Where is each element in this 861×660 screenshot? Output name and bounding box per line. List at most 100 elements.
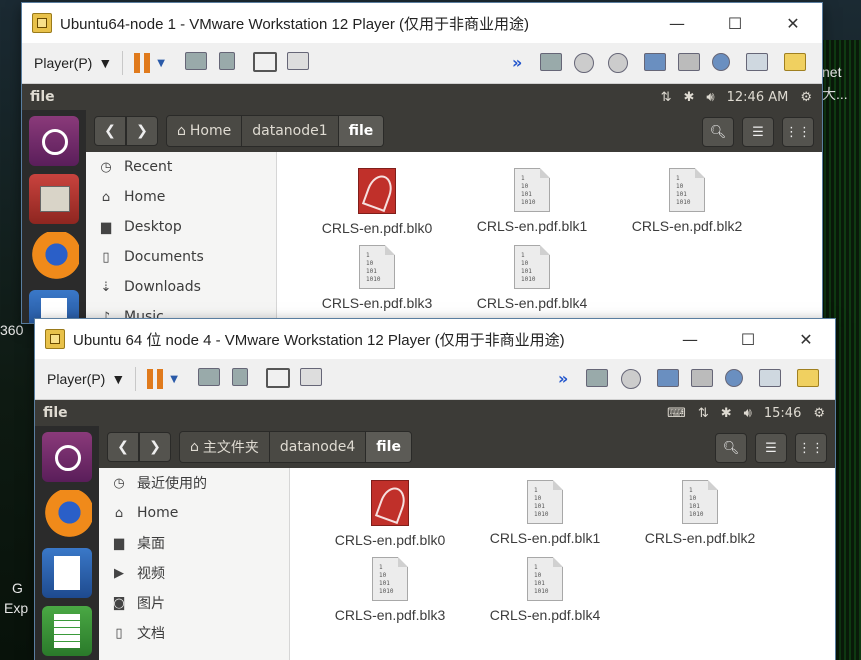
sidebar-item-desktop[interactable]: ▆ Desktop [86, 212, 276, 242]
fit-window-icon[interactable] [252, 52, 277, 74]
network-send-icon[interactable] [184, 52, 207, 74]
grid-view-button[interactable]: ⋮⋮ [795, 433, 827, 463]
file-item[interactable]: 1 10 101 1010 CRLS-en.pdf.blk1 [462, 168, 602, 234]
active-app-name: file [30, 89, 55, 105]
hard-disk-icon[interactable] [540, 53, 562, 75]
file-item[interactable]: 1 10 101 1010 CRLS-en.pdf.blk2 [617, 168, 757, 234]
maximize-button[interactable]: ☐ [719, 319, 777, 359]
clock-indicator[interactable]: 12:46 AM [727, 90, 789, 105]
libreoffice-calc-icon[interactable] [42, 606, 92, 656]
network-transfer-icon[interactable]: ⇅ [661, 90, 672, 105]
pause-dropdown-icon[interactable]: ▼ [157, 58, 165, 69]
vmware-window-node4[interactable]: Ubuntu 64 位 node 4 - VMware Workstation … [35, 319, 835, 660]
volume-icon[interactable]: 🔊︎ [706, 90, 714, 105]
file-item[interactable]: 1 10 101 1010 CRLS-en.pdf.blk4 [475, 557, 615, 623]
ubuntu-dash-icon[interactable] [29, 116, 79, 166]
maximize-button[interactable]: ☐ [706, 3, 764, 43]
breadcrumb-datanode4[interactable]: datanode4 [269, 432, 367, 462]
list-view-button[interactable]: ☰ [755, 433, 787, 463]
printer-icon[interactable] [678, 53, 700, 75]
firefox-icon[interactable] [42, 490, 92, 540]
keyboard-icon[interactable]: ⌨ [667, 406, 686, 421]
display-icon[interactable] [746, 53, 768, 75]
removable-device-icon[interactable] [231, 368, 254, 390]
sidebar-item-desktop[interactable]: ▆ 桌面 [99, 528, 289, 558]
unity-mode-icon[interactable] [286, 52, 309, 74]
file-item[interactable]: 1 10 101 1010 CRLS-en.pdf.blk3 [320, 557, 460, 623]
gear-icon[interactable]: ⚙ [800, 90, 812, 105]
cd-rom-2-icon[interactable] [608, 53, 630, 75]
network-adapter-icon[interactable] [644, 53, 666, 75]
display-icon[interactable] [759, 369, 781, 391]
bluetooth-icon[interactable]: ✱ [721, 406, 732, 421]
vmware-window-node1[interactable]: Ubuntu64-node 1 - VMware Workstation 12 … [22, 3, 822, 323]
cd-rom-icon[interactable] [574, 53, 596, 75]
clock-indicator[interactable]: 15:46 [764, 406, 801, 421]
file-item[interactable]: 1 10 101 1010 CRLS-en.pdf.blk4 [462, 245, 602, 311]
sound-card-icon[interactable] [712, 53, 734, 75]
cd-rom-icon[interactable] [621, 369, 643, 391]
forward-button[interactable]: ❯ [139, 432, 171, 462]
window-titlebar[interactable]: Ubuntu 64 位 node 4 - VMware Workstation … [35, 319, 835, 359]
hard-disk-icon[interactable] [586, 369, 608, 391]
file-item[interactable]: 1 10 101 1010 CRLS-en.pdf.blk1 [475, 480, 615, 546]
libreoffice-writer-icon[interactable] [42, 548, 92, 598]
close-button[interactable]: ✕ [764, 3, 822, 43]
printer-icon[interactable] [691, 369, 713, 391]
breadcrumb: ⌂ 主文件夹 datanode4 file [179, 431, 412, 463]
breadcrumb-home[interactable]: ⌂ Home [167, 116, 243, 146]
sidebar-item-recent[interactable]: ◷ 最近使用的 [99, 468, 289, 498]
bluetooth-icon[interactable]: ✱ [684, 90, 695, 105]
player-menu-button[interactable]: Player(P) ▼ [34, 55, 112, 71]
pause-icon[interactable] [146, 369, 164, 389]
breadcrumb-file[interactable]: file [366, 432, 411, 462]
file-item[interactable]: CRLS-en.pdf.blk0 [307, 168, 447, 236]
network-send-icon[interactable] [197, 368, 220, 390]
sound-card-icon[interactable] [725, 369, 747, 391]
sidebar-item-documents[interactable]: ▯ Documents [86, 242, 276, 272]
more-devices-icon[interactable]: » [558, 369, 568, 388]
files-app-icon[interactable] [29, 174, 79, 224]
fit-window-icon[interactable] [265, 368, 290, 390]
removable-device-icon[interactable] [218, 52, 241, 74]
network-transfer-icon[interactable]: ⇅ [698, 406, 709, 421]
pause-icon[interactable] [133, 53, 151, 73]
grid-view-button[interactable]: ⋮⋮ [782, 117, 814, 147]
message-log-icon[interactable] [797, 369, 819, 391]
breadcrumb-datanode1[interactable]: datanode1 [242, 116, 339, 146]
player-menu-button[interactable]: Player(P) ▼ [47, 371, 125, 387]
list-view-button[interactable]: ☰ [742, 117, 774, 147]
file-item[interactable]: CRLS-en.pdf.blk0 [320, 480, 460, 548]
minimize-button[interactable]: — [661, 319, 719, 359]
sidebar-item-recent[interactable]: ◷ Recent [86, 152, 276, 182]
sidebar-item-documents[interactable]: ▯ 文档 [99, 618, 289, 648]
close-button[interactable]: ✕ [777, 319, 835, 359]
sidebar-item-home[interactable]: ⌂ Home [86, 182, 276, 212]
network-adapter-icon[interactable] [657, 369, 679, 391]
file-item[interactable]: 1 10 101 1010 CRLS-en.pdf.blk2 [630, 480, 770, 546]
breadcrumb-home[interactable]: ⌂ 主文件夹 [180, 432, 270, 462]
sidebar-item-home[interactable]: ⌂ Home [99, 498, 289, 528]
back-button[interactable]: ❮ [94, 116, 126, 146]
ubuntu-dash-icon[interactable] [42, 432, 92, 482]
gear-icon[interactable]: ⚙ [813, 406, 825, 421]
sidebar-item-downloads[interactable]: ⇣ Downloads [86, 272, 276, 302]
volume-icon[interactable]: 🔊︎ [744, 406, 752, 421]
forward-button[interactable]: ❯ [126, 116, 158, 146]
pause-dropdown-icon[interactable]: ▼ [170, 374, 178, 385]
message-log-icon[interactable] [784, 53, 806, 75]
file-item[interactable]: 1 10 101 1010 CRLS-en.pdf.blk3 [307, 245, 447, 311]
firefox-icon[interactable] [29, 232, 79, 282]
player-menu-label: Player(P) [34, 55, 93, 71]
breadcrumb-file[interactable]: file [338, 116, 384, 146]
sidebar-item-pictures[interactable]: ◙ 图片 [99, 588, 289, 618]
sidebar-item-videos[interactable]: ▶ 视频 [99, 558, 289, 588]
minimize-button[interactable]: — [648, 3, 706, 43]
search-button[interactable]: 🔍︎ [715, 433, 747, 463]
window-titlebar[interactable]: Ubuntu64-node 1 - VMware Workstation 12 … [22, 3, 822, 43]
unity-mode-icon[interactable] [299, 368, 322, 390]
binary-file-icon: 1 10 101 1010 [669, 168, 705, 212]
more-devices-icon[interactable]: » [512, 53, 522, 72]
search-button[interactable]: 🔍︎ [702, 117, 734, 147]
back-button[interactable]: ❮ [107, 432, 139, 462]
